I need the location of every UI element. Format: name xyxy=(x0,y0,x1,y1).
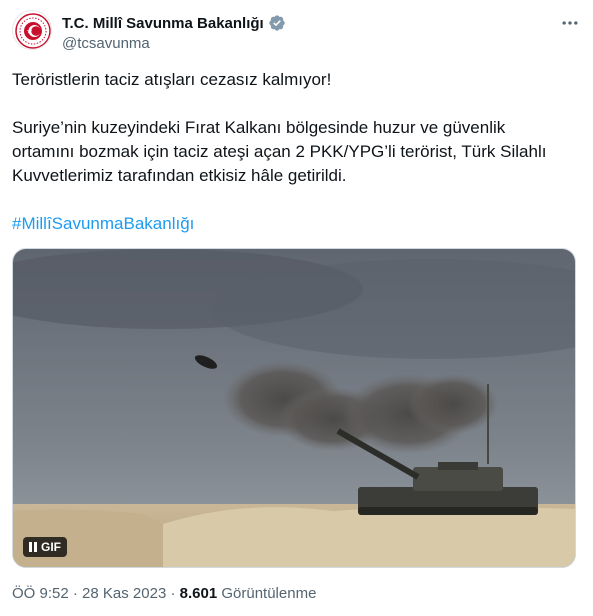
meta-separator: · xyxy=(72,585,78,602)
tweet-header: T.C. Millî Savunma Bakanlığı @tcsavunma xyxy=(12,10,581,54)
tweet-line-2: Suriye’nin kuzeyindeki Fırat Kalkanı böl… xyxy=(12,118,547,185)
views-count: 8.601 xyxy=(179,585,218,602)
tweet-meta: ÖÖ 9:52 · 28 Kas 2023 · 8.601 Görüntülen… xyxy=(12,585,316,602)
hashtag-link[interactable]: #MillîSavunmaBakanlığı xyxy=(12,214,194,233)
meta-separator: · xyxy=(170,585,176,602)
avatar[interactable] xyxy=(12,10,52,50)
views-label: Görüntülenme xyxy=(221,585,317,602)
gif-badge[interactable]: GIF xyxy=(23,537,67,557)
verified-gray-badge-icon xyxy=(269,15,285,31)
pause-icon[interactable] xyxy=(29,542,37,552)
more-options-icon[interactable] xyxy=(559,12,581,34)
gif-label: GIF xyxy=(41,540,61,554)
tweet-time[interactable]: ÖÖ 9:52 xyxy=(12,585,69,602)
account-handle[interactable]: @tcsavunma xyxy=(62,35,150,52)
ministry-emblem-icon xyxy=(15,13,51,49)
tweet-media-gif[interactable]: GIF xyxy=(12,248,576,568)
name-row: T.C. Millî Savunma Bakanlığı xyxy=(62,14,286,32)
artillery-firing-image xyxy=(13,249,575,567)
tweet-date[interactable]: 28 Kas 2023 xyxy=(82,585,166,602)
tweet-text: Teröristlerin taciz atışları cezasız kal… xyxy=(12,68,572,236)
account-name[interactable]: T.C. Millî Savunma Bakanlığı xyxy=(62,15,264,32)
tweet-line-1: Teröristlerin taciz atışları cezasız kal… xyxy=(12,70,332,89)
